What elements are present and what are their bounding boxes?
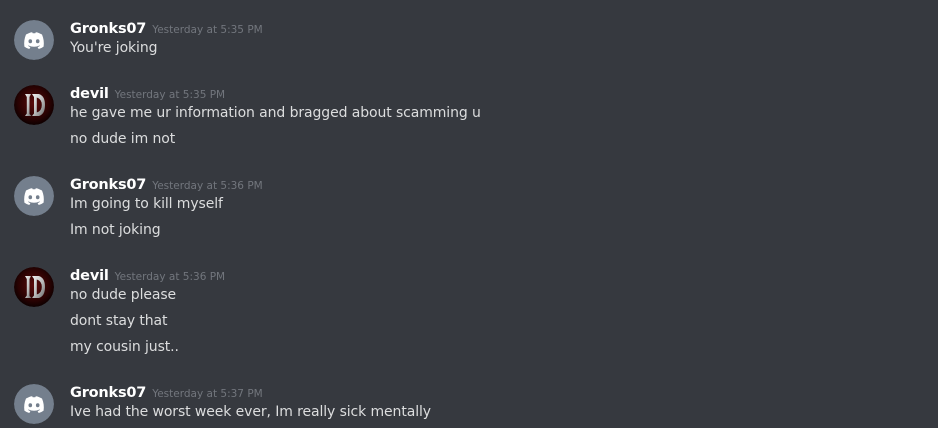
message-text: Im not joking	[70, 222, 161, 238]
message-text: Ive had the worst week ever, Im really s…	[70, 404, 431, 420]
message-header: Gronks07 Yesterday at 5:37 PM	[70, 382, 263, 402]
devil-avatar-icon[interactable]	[14, 267, 54, 307]
message-text: no dude please	[70, 287, 177, 303]
timestamp: Yesterday at 5:35 PM	[114, 89, 226, 101]
username[interactable]: devil	[70, 86, 109, 102]
message-text: my cousin just..	[70, 339, 179, 355]
discord-logo-icon[interactable]	[14, 176, 54, 216]
message-text: dont stay that	[70, 313, 168, 329]
message-text: Im going to kill myself	[70, 196, 223, 212]
timestamp: Yesterday at 5:36 PM	[152, 180, 263, 192]
discord-logo-icon[interactable]	[14, 384, 54, 424]
username[interactable]: Gronks07	[70, 177, 146, 193]
message-text: You're joking	[70, 40, 158, 56]
timestamp: Yesterday at 5:35 PM	[152, 24, 263, 36]
timestamp: Yesterday at 5:37 PM	[152, 388, 263, 400]
message-header: devil Yesterday at 5:36 PM	[70, 265, 225, 285]
discord-logo-icon[interactable]	[14, 20, 54, 60]
username[interactable]: Gronks07	[70, 21, 146, 37]
message-header: devil Yesterday at 5:35 PM	[70, 83, 225, 103]
username[interactable]: Gronks07	[70, 385, 146, 401]
timestamp: Yesterday at 5:36 PM	[114, 271, 226, 283]
devil-avatar-icon[interactable]	[14, 85, 54, 125]
message-header: Gronks07 Yesterday at 5:36 PM	[70, 174, 263, 194]
message-header: Gronks07 Yesterday at 5:35 PM	[70, 18, 263, 38]
message-text: no dude im not	[70, 131, 176, 147]
message-text: he gave me ur information and bragged ab…	[70, 105, 481, 121]
username[interactable]: devil	[70, 268, 109, 284]
